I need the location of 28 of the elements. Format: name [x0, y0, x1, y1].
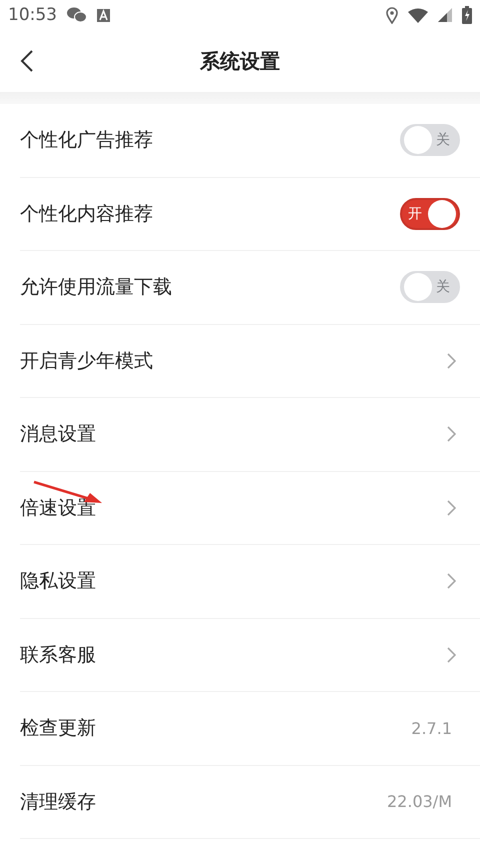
back-icon[interactable]	[20, 50, 34, 72]
setting-value: 22.03/M	[387, 792, 452, 812]
chat-icon	[67, 7, 87, 23]
setting-label: 允许使用流量下载	[20, 275, 173, 300]
app-icon	[97, 8, 110, 22]
chevron-right-icon[interactable]	[447, 573, 456, 590]
signal-icon	[438, 8, 452, 22]
setting-label: 检查更新	[20, 716, 97, 742]
location-icon	[386, 6, 398, 24]
chevron-right-icon[interactable]	[447, 352, 456, 369]
setting-label: 个性化广告推荐	[20, 128, 154, 154]
page-title: 系统设置	[200, 48, 280, 74]
setting-label: 消息设置	[20, 422, 97, 448]
setting-label: 开启青少年模式	[20, 348, 154, 374]
toggle-switch[interactable]: 关	[400, 271, 460, 304]
setting-label: 联系客服	[20, 642, 97, 668]
chevron-right-icon[interactable]	[447, 426, 456, 442]
setting-label: 清理缓存	[20, 790, 97, 815]
chevron-right-icon[interactable]	[447, 646, 456, 663]
setting-label: 个性化内容推荐	[20, 202, 154, 227]
setting-label: 隐私设置	[20, 569, 97, 594]
wifi-icon	[408, 8, 428, 22]
battery-icon	[462, 6, 472, 24]
toggle-switch[interactable]: 关	[400, 124, 460, 156]
status-time: 10:53	[8, 5, 57, 25]
chevron-right-icon[interactable]	[447, 500, 456, 516]
toggle-switch[interactable]: 开	[400, 198, 460, 230]
setting-value: 2.7.1	[411, 718, 452, 738]
